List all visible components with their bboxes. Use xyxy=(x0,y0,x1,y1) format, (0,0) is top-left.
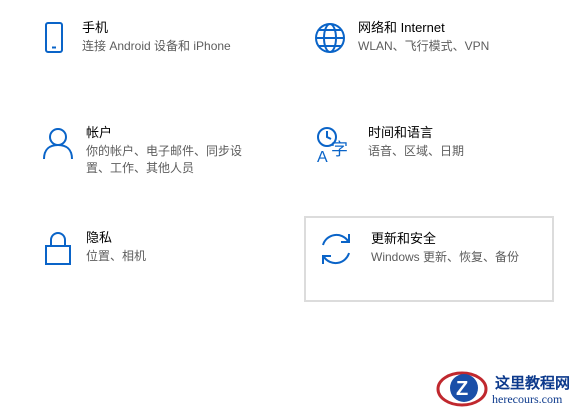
watermark-title: 这里教程网 xyxy=(495,374,571,392)
tile-desc: 你的帐户、电子邮件、同步设置、工作、其他人员 xyxy=(86,144,243,175)
watermark-url: herecours.com xyxy=(492,392,563,406)
tile-desc: 连接 Android 设备和 iPhone xyxy=(82,39,231,53)
tile-privacy[interactable]: 隐私 位置、相机 xyxy=(38,228,278,298)
globe-icon xyxy=(312,20,348,56)
svg-text:A: A xyxy=(317,149,328,165)
tile-desc: 语音、区域、日期 xyxy=(368,144,465,158)
z-logo-icon: Z xyxy=(436,371,488,407)
tile-title: 网络和 Internet xyxy=(358,20,445,35)
svg-text:字: 字 xyxy=(331,140,348,160)
tile-title: 帐户 xyxy=(86,125,113,140)
tile-desc: Windows 更新、恢复、备份 xyxy=(371,250,520,264)
svg-text:Z: Z xyxy=(456,378,468,400)
sync-icon xyxy=(318,231,354,267)
tile-network-internet[interactable]: 网络和 Internet WLAN、飞行模式、VPN xyxy=(310,18,555,88)
person-icon xyxy=(40,125,76,161)
tile-phone[interactable]: 手机 连接 Android 设备和 iPhone xyxy=(38,18,278,88)
tile-title: 隐私 xyxy=(86,230,113,245)
tile-title: 更新和安全 xyxy=(371,231,437,246)
time-language-icon: A 字 xyxy=(314,125,352,165)
tile-time-language[interactable]: A 字 时间和语言 语音、区域、日期 xyxy=(312,123,557,198)
tile-accounts[interactable]: 帐户 你的帐户、电子邮件、同步设置、工作、其他人员 xyxy=(38,123,288,198)
tile-title: 时间和语言 xyxy=(368,125,434,140)
lock-icon xyxy=(40,230,76,266)
tile-desc: 位置、相机 xyxy=(86,249,147,263)
tile-title: 手机 xyxy=(82,20,109,35)
phone-icon xyxy=(40,20,68,56)
tile-desc: WLAN、飞行模式、VPN xyxy=(358,39,490,53)
tile-update-security[interactable]: 更新和安全 Windows 更新、恢复、备份 xyxy=(304,216,554,302)
